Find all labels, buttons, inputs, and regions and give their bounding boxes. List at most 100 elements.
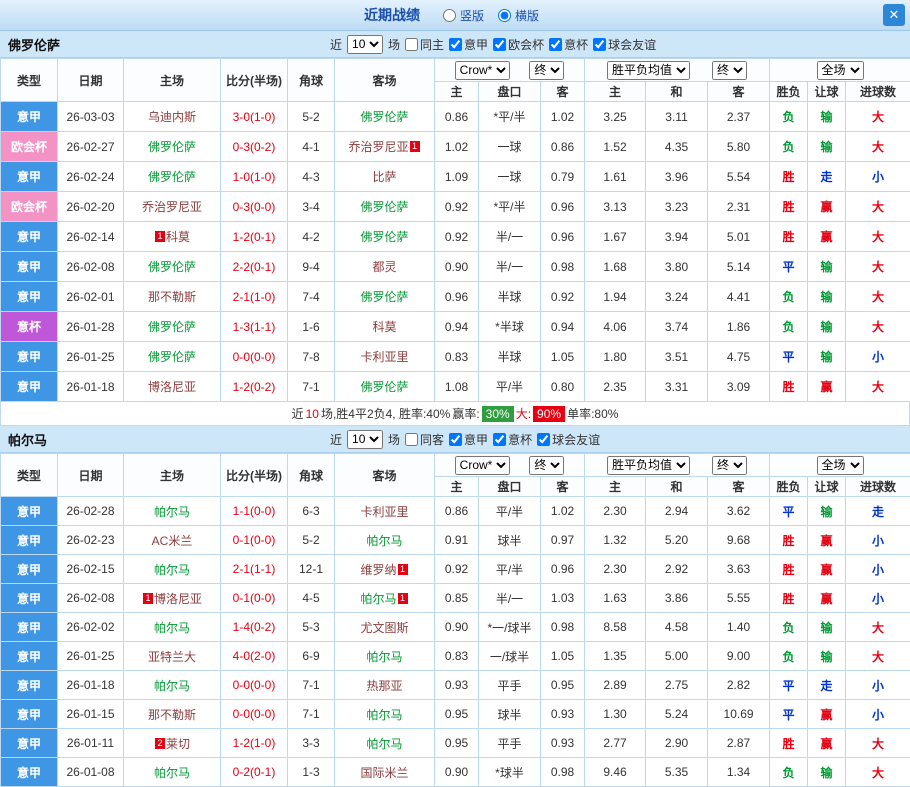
results-table: 类型日期主场比分(半场)角球客场Crow*终胜平负均值终全场主盘口客主和客胜负让… — [0, 58, 910, 402]
home-odds-cell: 0.83 — [435, 642, 479, 671]
league-filter-checkbox[interactable] — [537, 433, 550, 446]
result-wdl-cell: 负 — [770, 613, 808, 642]
match-scope-select[interactable]: 全场 — [817, 456, 864, 475]
same-venue-filter[interactable]: 同客 — [405, 431, 444, 448]
focus-team-name: 帕尔马 — [366, 534, 402, 548]
league-filter[interactable]: 意杯 — [493, 431, 532, 448]
focus-team-name: 佛罗伦萨 — [148, 170, 196, 184]
sub-column-header: 主 — [435, 477, 479, 497]
dialog-title: 近期战绩 — [364, 5, 420, 25]
same-venue-filter-checkbox[interactable] — [405, 433, 418, 446]
result-wdl-cell: 胜 — [770, 584, 808, 613]
bookmaker-select[interactable]: Crow* — [455, 61, 510, 80]
avg-draw-cell: 5.35 — [646, 758, 708, 787]
result-group-header: 全场 — [770, 59, 910, 82]
league-filter-checkbox[interactable] — [493, 38, 506, 51]
match-date-cell: 26-02-27 — [58, 132, 124, 162]
match-date-cell: 26-02-02 — [58, 613, 124, 642]
sub-column-header: 进球数 — [846, 477, 910, 497]
avg-away-cell: 5.01 — [708, 222, 770, 252]
league-type-cell: 意甲 — [1, 162, 58, 192]
league-filter-checkbox[interactable] — [593, 38, 606, 51]
match-row: 意甲26-02-15帕尔马2-1(1-1)12-1维罗纳10.92平/半0.96… — [1, 555, 910, 584]
handicap-cell: 平手 — [479, 671, 541, 700]
avg-type-select[interactable]: 胜平负均值 — [607, 456, 690, 475]
focus-team-name: 帕尔马 — [154, 505, 190, 519]
focus-team-name: 佛罗伦萨 — [148, 260, 196, 274]
column-header: 日期 — [58, 454, 124, 497]
match-date-cell: 26-02-23 — [58, 526, 124, 555]
league-filter[interactable]: 意甲 — [449, 36, 488, 53]
league-filter-checkbox[interactable] — [493, 433, 506, 446]
away-team-cell: 国际米兰 — [335, 758, 435, 787]
corner-cell: 7-8 — [288, 342, 335, 372]
avg-away-cell: 3.09 — [708, 372, 770, 402]
opponent-team-name: 科莫 — [166, 230, 190, 244]
red-card-badge: 1 — [398, 593, 408, 604]
opponent-team-name: 维罗纳 — [360, 563, 396, 577]
home-odds-cell: 0.95 — [435, 729, 479, 758]
league-filter-checkbox[interactable] — [449, 433, 462, 446]
match-row: 欧会杯26-02-20乔治罗尼亚0-3(0-0)3-4佛罗伦萨0.92*平/半0… — [1, 192, 910, 222]
league-filter[interactable]: 意杯 — [549, 36, 588, 53]
sub-column-header: 进球数 — [846, 82, 910, 102]
red-card-badge: 1 — [410, 141, 420, 152]
column-header: 比分(半场) — [221, 454, 288, 497]
avg-home-cell: 1.80 — [585, 342, 646, 372]
league-filter[interactable]: 意甲 — [449, 431, 488, 448]
away-odds-cell: 0.96 — [541, 192, 585, 222]
league-filter[interactable]: 球会友谊 — [593, 36, 656, 53]
table-body: 意甲26-03-03乌迪内斯3-0(1-0)5-2佛罗伦萨0.86*平/半1.0… — [1, 102, 910, 402]
league-type-cell: 意甲 — [1, 642, 58, 671]
odds-final-select[interactable]: 终 — [529, 456, 564, 475]
bookmaker-select[interactable]: Crow* — [455, 456, 510, 475]
handicap-cell: 半/一 — [479, 222, 541, 252]
home-team-cell: 帕尔马 — [124, 758, 221, 787]
score-cell: 1-0(1-0) — [221, 162, 288, 192]
vertical-layout-radio[interactable] — [443, 9, 456, 22]
avg-final-select[interactable]: 终 — [712, 61, 747, 80]
match-row: 意甲26-01-18博洛尼亚1-2(0-2)7-1佛罗伦萨1.08平/半0.80… — [1, 372, 910, 402]
result-wdl-cell: 负 — [770, 132, 808, 162]
layout-option-vertical[interactable]: 竖版 — [443, 7, 484, 24]
league-filter-label: 球会友谊 — [552, 431, 600, 448]
summary-part: 大: — [516, 405, 531, 422]
recent-count-select[interactable]: 10 — [347, 430, 383, 449]
match-filter: 近10场同客意甲意杯球会友谊 — [330, 430, 600, 449]
sub-column-header: 客 — [708, 82, 770, 102]
league-type-cell: 欧会杯 — [1, 192, 58, 222]
odds-final-select[interactable]: 终 — [529, 61, 564, 80]
column-header: 客场 — [335, 59, 435, 102]
league-type-cell: 意甲 — [1, 758, 58, 787]
avg-type-select[interactable]: 胜平负均值 — [607, 61, 690, 80]
handicap-cell: *平/半 — [479, 102, 541, 132]
away-odds-cell: 0.86 — [541, 132, 585, 162]
home-team-cell: 佛罗伦萨 — [124, 162, 221, 192]
close-button[interactable]: ✕ — [883, 4, 905, 26]
result-handicap-cell: 赢 — [808, 584, 846, 613]
team-section: 佛罗伦萨近10场同主意甲欧会杯意杯球会友谊类型日期主场比分(半场)角球客场Cro… — [0, 31, 910, 426]
red-card-badge: 1 — [143, 593, 153, 604]
opponent-team-name: 比萨 — [372, 170, 396, 184]
away-team-cell: 都灵 — [335, 252, 435, 282]
corner-cell: 7-4 — [288, 282, 335, 312]
league-filter[interactable]: 球会友谊 — [537, 431, 600, 448]
recent-count-select[interactable]: 10 — [347, 35, 383, 54]
away-team-cell: 维罗纳1 — [335, 555, 435, 584]
match-scope-select[interactable]: 全场 — [817, 61, 864, 80]
focus-team-name: 帕尔马 — [366, 737, 402, 751]
result-wdl-cell: 胜 — [770, 372, 808, 402]
same-venue-filter[interactable]: 同主 — [405, 36, 444, 53]
away-team-cell: 帕尔马1 — [335, 584, 435, 613]
result-handicap-cell: 赢 — [808, 192, 846, 222]
summary-part: 90% — [533, 406, 565, 422]
avg-final-select[interactable]: 终 — [712, 456, 747, 475]
away-team-cell: 热那亚 — [335, 671, 435, 700]
league-filter-checkbox[interactable] — [549, 38, 562, 51]
horizontal-layout-radio[interactable] — [498, 9, 511, 22]
same-venue-filter-checkbox[interactable] — [405, 38, 418, 51]
layout-option-horizontal[interactable]: 横版 — [498, 7, 539, 24]
score-cell: 1-4(0-2) — [221, 613, 288, 642]
league-filter-checkbox[interactable] — [449, 38, 462, 51]
league-filter[interactable]: 欧会杯 — [493, 36, 544, 53]
